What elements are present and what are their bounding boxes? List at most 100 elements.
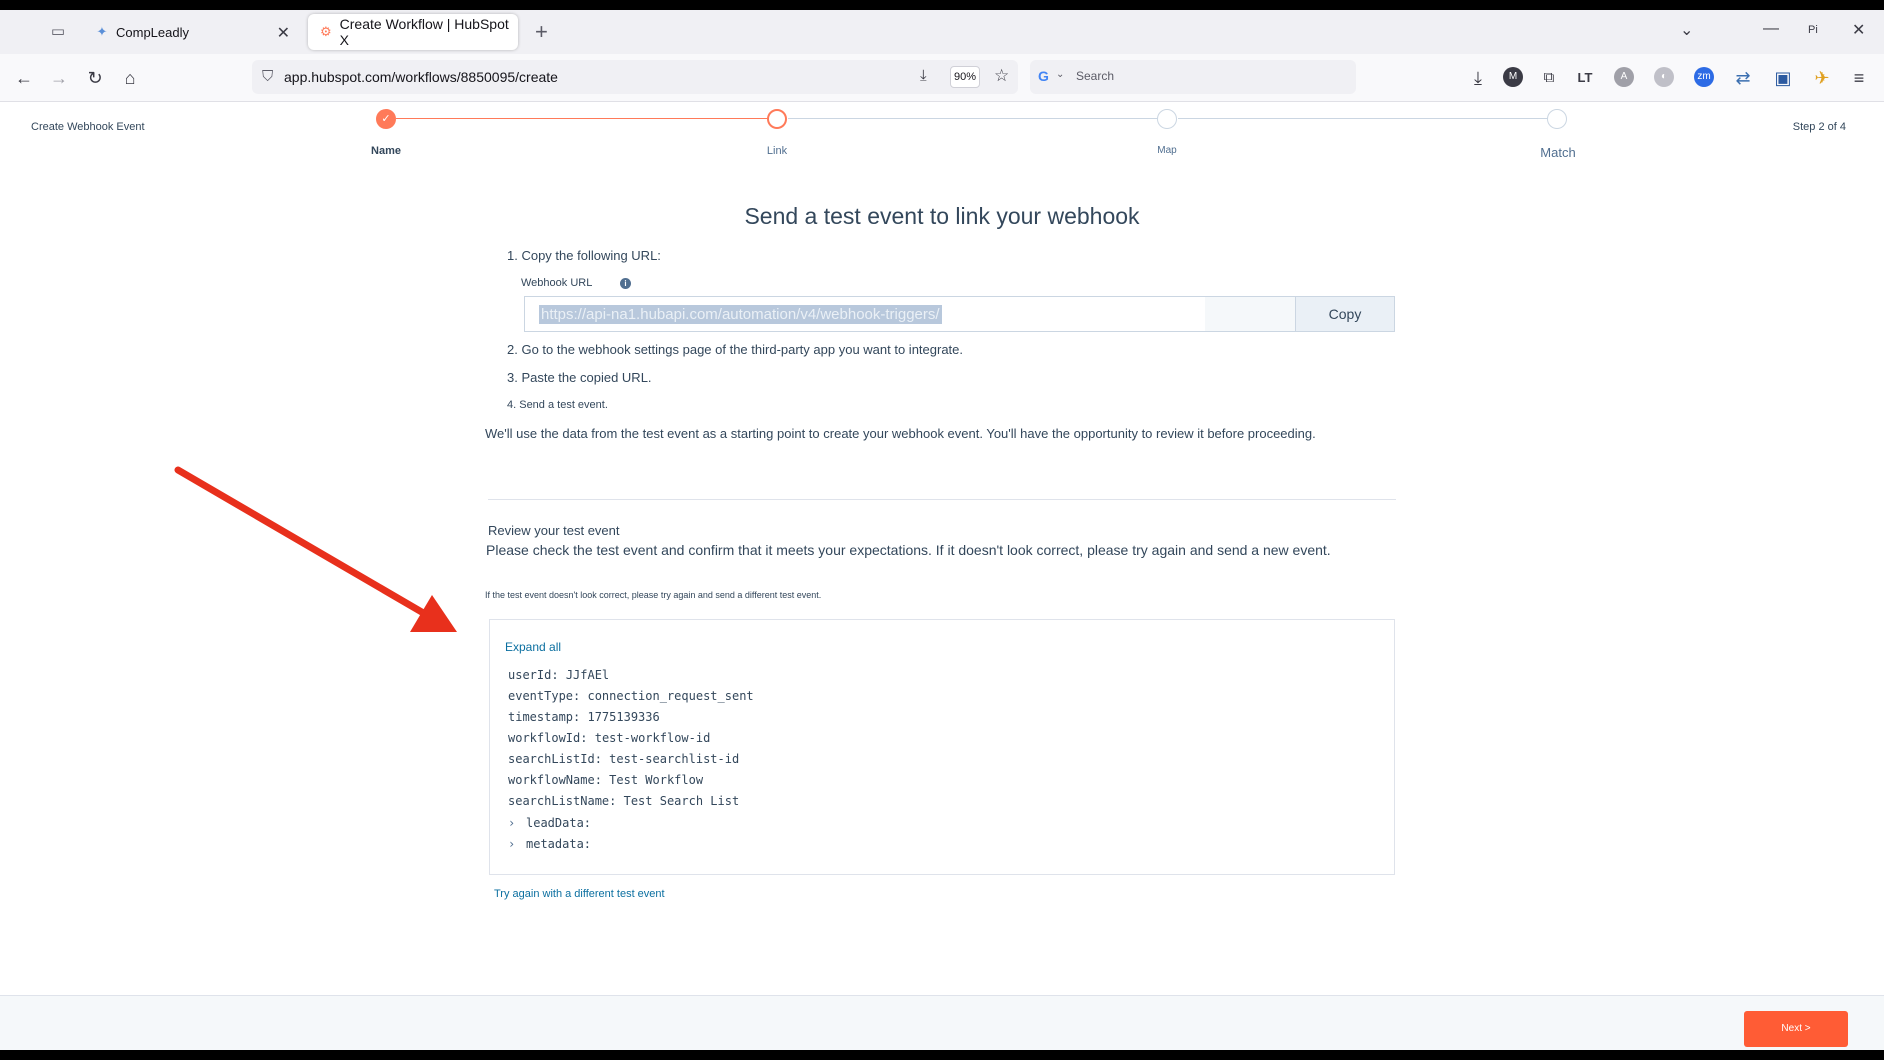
field-key: searchListName: xyxy=(508,794,617,808)
zoom-level[interactable]: 90% xyxy=(950,66,980,88)
event-field-row: workflowId: test-workflow-id xyxy=(508,731,710,745)
close-icon[interactable]: ✕ xyxy=(277,23,290,43)
webhook-url-value[interactable]: https://api-na1.hubapi.com/automation/v4… xyxy=(539,305,942,324)
profile-label[interactable]: Pi xyxy=(1808,24,1818,36)
url-text[interactable]: app.hubspot.com/workflows/8850095/create xyxy=(284,69,558,85)
tab-title: Create Workflow | HubSpot X xyxy=(339,16,509,48)
chevron-down-icon[interactable]: ⌄ xyxy=(1680,20,1693,40)
field-value: test-searchlist-id xyxy=(609,752,740,766)
extension-abp-icon[interactable]: A xyxy=(1614,67,1634,87)
field-key: workflowId: xyxy=(508,731,588,745)
step-label-match: Match xyxy=(1540,145,1576,160)
shield-icon: ⛉ xyxy=(262,68,274,85)
review-title: Review your test event xyxy=(488,523,620,538)
field-key: eventType: xyxy=(508,689,581,703)
home-icon[interactable]: ⌂ xyxy=(119,67,141,89)
main-heading: Send a test event to link your webhook xyxy=(744,203,1140,229)
page-content: Create Webhook Event Step 2 of 4 ✓ Name … xyxy=(0,103,1884,1050)
event-field-row: searchListId: test-searchlist-id xyxy=(508,752,739,766)
field-value: JJfAEl xyxy=(565,668,610,682)
field-value: connection_request_sent xyxy=(587,689,754,703)
instruction-step-2: 2. Go to the webhook settings page of th… xyxy=(507,342,964,357)
step-counter: Step 2 of 4 xyxy=(1792,121,1846,133)
reload-icon[interactable]: ↻ xyxy=(84,67,106,89)
info-icon[interactable]: i xyxy=(620,278,631,289)
downloads-icon[interactable]: ⤓ xyxy=(1467,67,1489,89)
extension-sync-icon[interactable]: ⇄ xyxy=(1732,67,1754,89)
tab-compleadly[interactable]: ✦ CompLeadly ✕ xyxy=(84,14,298,50)
step-link-current[interactable] xyxy=(767,109,787,129)
step-label-name: Name xyxy=(371,145,401,157)
collapsible-field-leaddata[interactable]: › leadData: xyxy=(508,816,591,830)
tab-list-icon[interactable]: ▭ xyxy=(48,22,68,42)
review-description: Please check the test event and confirm … xyxy=(486,542,1331,558)
url-field-tail xyxy=(1205,297,1296,331)
event-field-row: userId: JJfAEl xyxy=(508,668,609,682)
tab-create-workflow[interactable]: ⚙ Create Workflow | HubSpot X xyxy=(308,14,518,50)
save-page-icon[interactable]: ⤓ xyxy=(920,67,927,84)
extension-rocket-icon[interactable]: ✈ xyxy=(1811,67,1833,89)
extension-gray-icon[interactable]: ◐ xyxy=(1654,67,1674,87)
field-key: workflowName: xyxy=(508,773,602,787)
step-map[interactable] xyxy=(1157,109,1177,129)
google-icon: G xyxy=(1038,68,1049,84)
extensions-puzzle-icon[interactable]: ⧉ xyxy=(1538,67,1560,89)
chevron-down-icon[interactable]: ⌄ xyxy=(1056,69,1064,80)
extension-save-icon[interactable]: ▣ xyxy=(1772,67,1794,89)
step-name-complete[interactable]: ✓ xyxy=(376,109,396,129)
collapsible-field-metadata[interactable]: › metadata: xyxy=(508,837,591,851)
field-value: Test Workflow xyxy=(609,773,704,787)
search-bar[interactable]: G ⌄ Search xyxy=(1030,60,1356,94)
stepper-line xyxy=(788,118,1158,119)
extension-lt-icon[interactable]: LT xyxy=(1574,67,1596,89)
tab-bar: ▭ ✦ CompLeadly ✕ ⚙ Create Workflow | Hub… xyxy=(0,10,1884,54)
field-value: 1775139336 xyxy=(587,710,660,724)
explanation-text: We'll use the data from the test event a… xyxy=(485,426,1316,441)
minimize-icon[interactable]: — xyxy=(1763,20,1779,38)
field-key: metadata: xyxy=(526,837,592,851)
event-field-row: searchListName: Test Search List xyxy=(508,794,739,808)
footer-bar: Next > xyxy=(0,995,1884,1050)
divider xyxy=(488,499,1396,500)
event-field-row: eventType: connection_request_sent xyxy=(508,689,754,703)
expand-all-link[interactable]: Expand all xyxy=(505,640,561,654)
extension-m-icon[interactable]: M xyxy=(1503,67,1523,87)
check-icon: ✓ xyxy=(381,113,391,125)
extension-zm-icon[interactable]: zm xyxy=(1694,67,1714,87)
try-again-link[interactable]: Try again with a different test event xyxy=(494,888,665,900)
field-key: leadData: xyxy=(526,816,592,830)
bookmark-star-icon[interactable]: ☆ xyxy=(994,66,1009,86)
forward-icon[interactable]: → xyxy=(48,67,70,89)
close-window-icon[interactable]: ✕ xyxy=(1852,20,1865,40)
field-value: test-workflow-id xyxy=(594,731,711,745)
nav-bar: ← → ↻ ⌂ ⛉ app.hubspot.com/workflows/8850… xyxy=(0,54,1884,102)
stepper-line xyxy=(1178,118,1548,119)
next-button[interactable]: Next > xyxy=(1744,1011,1848,1047)
menu-icon[interactable]: ≡ xyxy=(1848,67,1870,89)
event-field-row: timestamp: 1775139336 xyxy=(508,710,660,724)
instruction-step-1: 1. Copy the following URL: xyxy=(507,248,661,263)
url-bar[interactable]: ⛉ app.hubspot.com/workflows/8850095/crea… xyxy=(252,60,1018,94)
step-match[interactable] xyxy=(1547,109,1567,129)
stepper-progress-line xyxy=(396,118,768,119)
field-key: timestamp: xyxy=(508,710,581,724)
instruction-step-4: 4. Send a test event. xyxy=(507,399,608,411)
review-note: If the test event doesn't look correct, … xyxy=(485,590,822,600)
webhook-url-label: Webhook URL xyxy=(521,277,593,289)
field-key: userId: xyxy=(508,668,559,682)
hubspot-icon: ⚙ xyxy=(320,24,332,39)
copy-button[interactable]: Copy xyxy=(1295,296,1395,332)
back-icon[interactable]: ← xyxy=(13,67,35,89)
webhook-url-field[interactable]: https://api-na1.hubapi.com/automation/v4… xyxy=(524,296,1296,332)
chevron-right-icon[interactable]: › xyxy=(508,816,526,830)
step-label-link: Link xyxy=(766,145,788,157)
field-value: Test Search List xyxy=(623,794,740,808)
browser-window: ▭ ✦ CompLeadly ✕ ⚙ Create Workflow | Hub… xyxy=(0,10,1884,1050)
step-label-map: Map xyxy=(1157,145,1177,156)
page-title: Create Webhook Event xyxy=(31,121,145,133)
new-tab-icon[interactable]: + xyxy=(535,19,548,45)
event-field-row: workflowName: Test Workflow xyxy=(508,773,703,787)
tab-title: CompLeadly xyxy=(116,24,189,40)
search-input[interactable]: Search xyxy=(1076,69,1114,83)
chevron-right-icon[interactable]: › xyxy=(508,837,526,851)
